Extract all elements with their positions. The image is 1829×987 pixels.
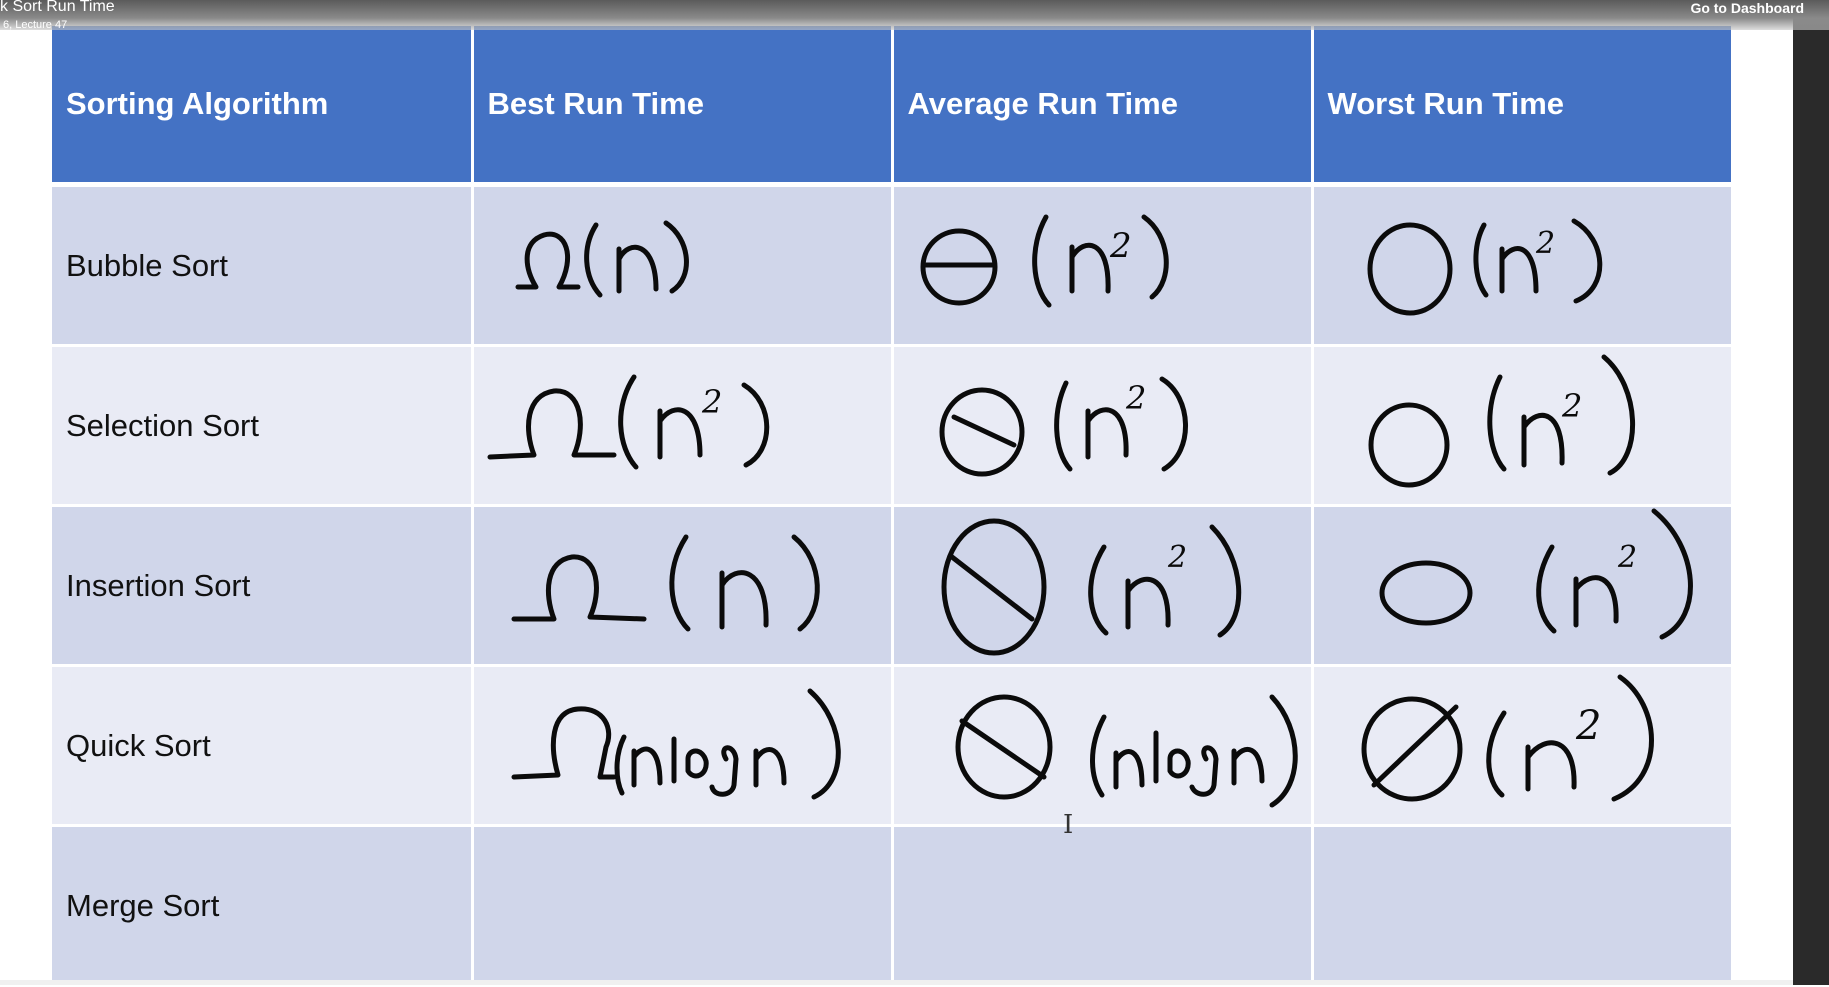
svg-text:2: 2 bbox=[1109, 226, 1132, 266]
handwritten-big-o-n-squared: 2 bbox=[1368, 354, 1635, 488]
column-header-worst: Worst Run Time bbox=[1312, 26, 1734, 187]
algorithm-name: Insertion Sort bbox=[52, 505, 474, 667]
best-runtime-cell bbox=[472, 505, 894, 667]
best-runtime-cell bbox=[472, 665, 894, 827]
column-header-algorithm: Sorting Algorithm bbox=[52, 26, 474, 187]
sorting-runtime-table: Sorting Algorithm Best Run Time Average … bbox=[52, 26, 1734, 987]
video-title-bar: k Sort Run Time 6, Lecture 47 Go to Dash… bbox=[0, 0, 1829, 31]
table-row: Insertion Sort 2 2 bbox=[52, 505, 1734, 667]
worst-runtime-cell: 2 bbox=[1312, 665, 1734, 827]
average-runtime-cell bbox=[892, 665, 1314, 827]
svg-text:2: 2 bbox=[701, 383, 722, 421]
table-row: Merge Sort bbox=[52, 825, 1734, 987]
svg-text:2: 2 bbox=[1125, 379, 1146, 417]
handwritten-theta-n-squared: 2 bbox=[941, 518, 1241, 656]
worst-runtime-cell: 2 bbox=[1312, 184, 1734, 347]
handwritten-theta-n-squared: 2 bbox=[920, 214, 1169, 308]
video-title: k Sort Run Time bbox=[0, 0, 115, 15]
svg-text:2: 2 bbox=[1575, 703, 1601, 749]
best-runtime-cell: 2 bbox=[472, 345, 894, 507]
best-runtime-cell bbox=[472, 184, 894, 347]
svg-text:2: 2 bbox=[1561, 387, 1582, 425]
svg-text:2: 2 bbox=[1535, 226, 1555, 261]
table-header-row: Sorting Algorithm Best Run Time Average … bbox=[52, 26, 1734, 187]
handwritten-omega-n-log-n bbox=[511, 688, 841, 800]
column-header-best: Best Run Time bbox=[472, 26, 894, 187]
svg-text:2: 2 bbox=[1167, 540, 1187, 575]
handwritten-theta-n-squared: 2 bbox=[939, 376, 1188, 477]
algorithm-name: Quick Sort bbox=[52, 665, 474, 827]
svg-text:2: 2 bbox=[1617, 540, 1637, 575]
algorithm-name: Bubble Sort bbox=[52, 184, 474, 347]
worst-runtime-cell: 2 bbox=[1312, 505, 1734, 667]
table-row: Selection Sort 2 2 2 bbox=[52, 345, 1734, 507]
worst-runtime-cell bbox=[1312, 825, 1734, 987]
handwritten-omega-n bbox=[515, 220, 689, 298]
handwritten-big-o-n-squared: 2 bbox=[1379, 508, 1693, 640]
lecture-slide: Sorting Algorithm Best Run Time Average … bbox=[0, 0, 1793, 987]
algorithm-name: Merge Sort bbox=[52, 825, 474, 987]
text-cursor-icon: I bbox=[1063, 810, 1074, 840]
worst-runtime-cell: 2 bbox=[1312, 345, 1734, 507]
handwritten-big-o-n-squared: 2 bbox=[1367, 218, 1602, 316]
table-row: Bubble Sort 2 2 bbox=[52, 184, 1734, 347]
handwritten-big-o-n-squared: 2 bbox=[1361, 674, 1654, 802]
column-header-average: Average Run Time bbox=[892, 26, 1314, 187]
average-runtime-cell: 2 bbox=[892, 505, 1314, 667]
handwritten-omega-n-squared: 2 bbox=[487, 374, 769, 470]
algorithm-name: Selection Sort bbox=[52, 345, 474, 507]
go-to-dashboard-link[interactable]: Go to Dashboard bbox=[1690, 0, 1804, 16]
video-bottom-edge bbox=[0, 980, 1793, 985]
handwritten-omega-n bbox=[511, 534, 820, 632]
average-runtime-cell: 2 bbox=[892, 345, 1314, 507]
best-runtime-cell bbox=[472, 825, 894, 987]
average-runtime-cell bbox=[892, 825, 1314, 987]
video-subtitle: 6, Lecture 47 bbox=[3, 19, 68, 31]
handwritten-theta-n-log-n bbox=[955, 694, 1298, 808]
table-row: Quick Sort 2 bbox=[52, 665, 1734, 827]
average-runtime-cell: 2 bbox=[892, 184, 1314, 347]
video-side-margin bbox=[1793, 0, 1829, 985]
